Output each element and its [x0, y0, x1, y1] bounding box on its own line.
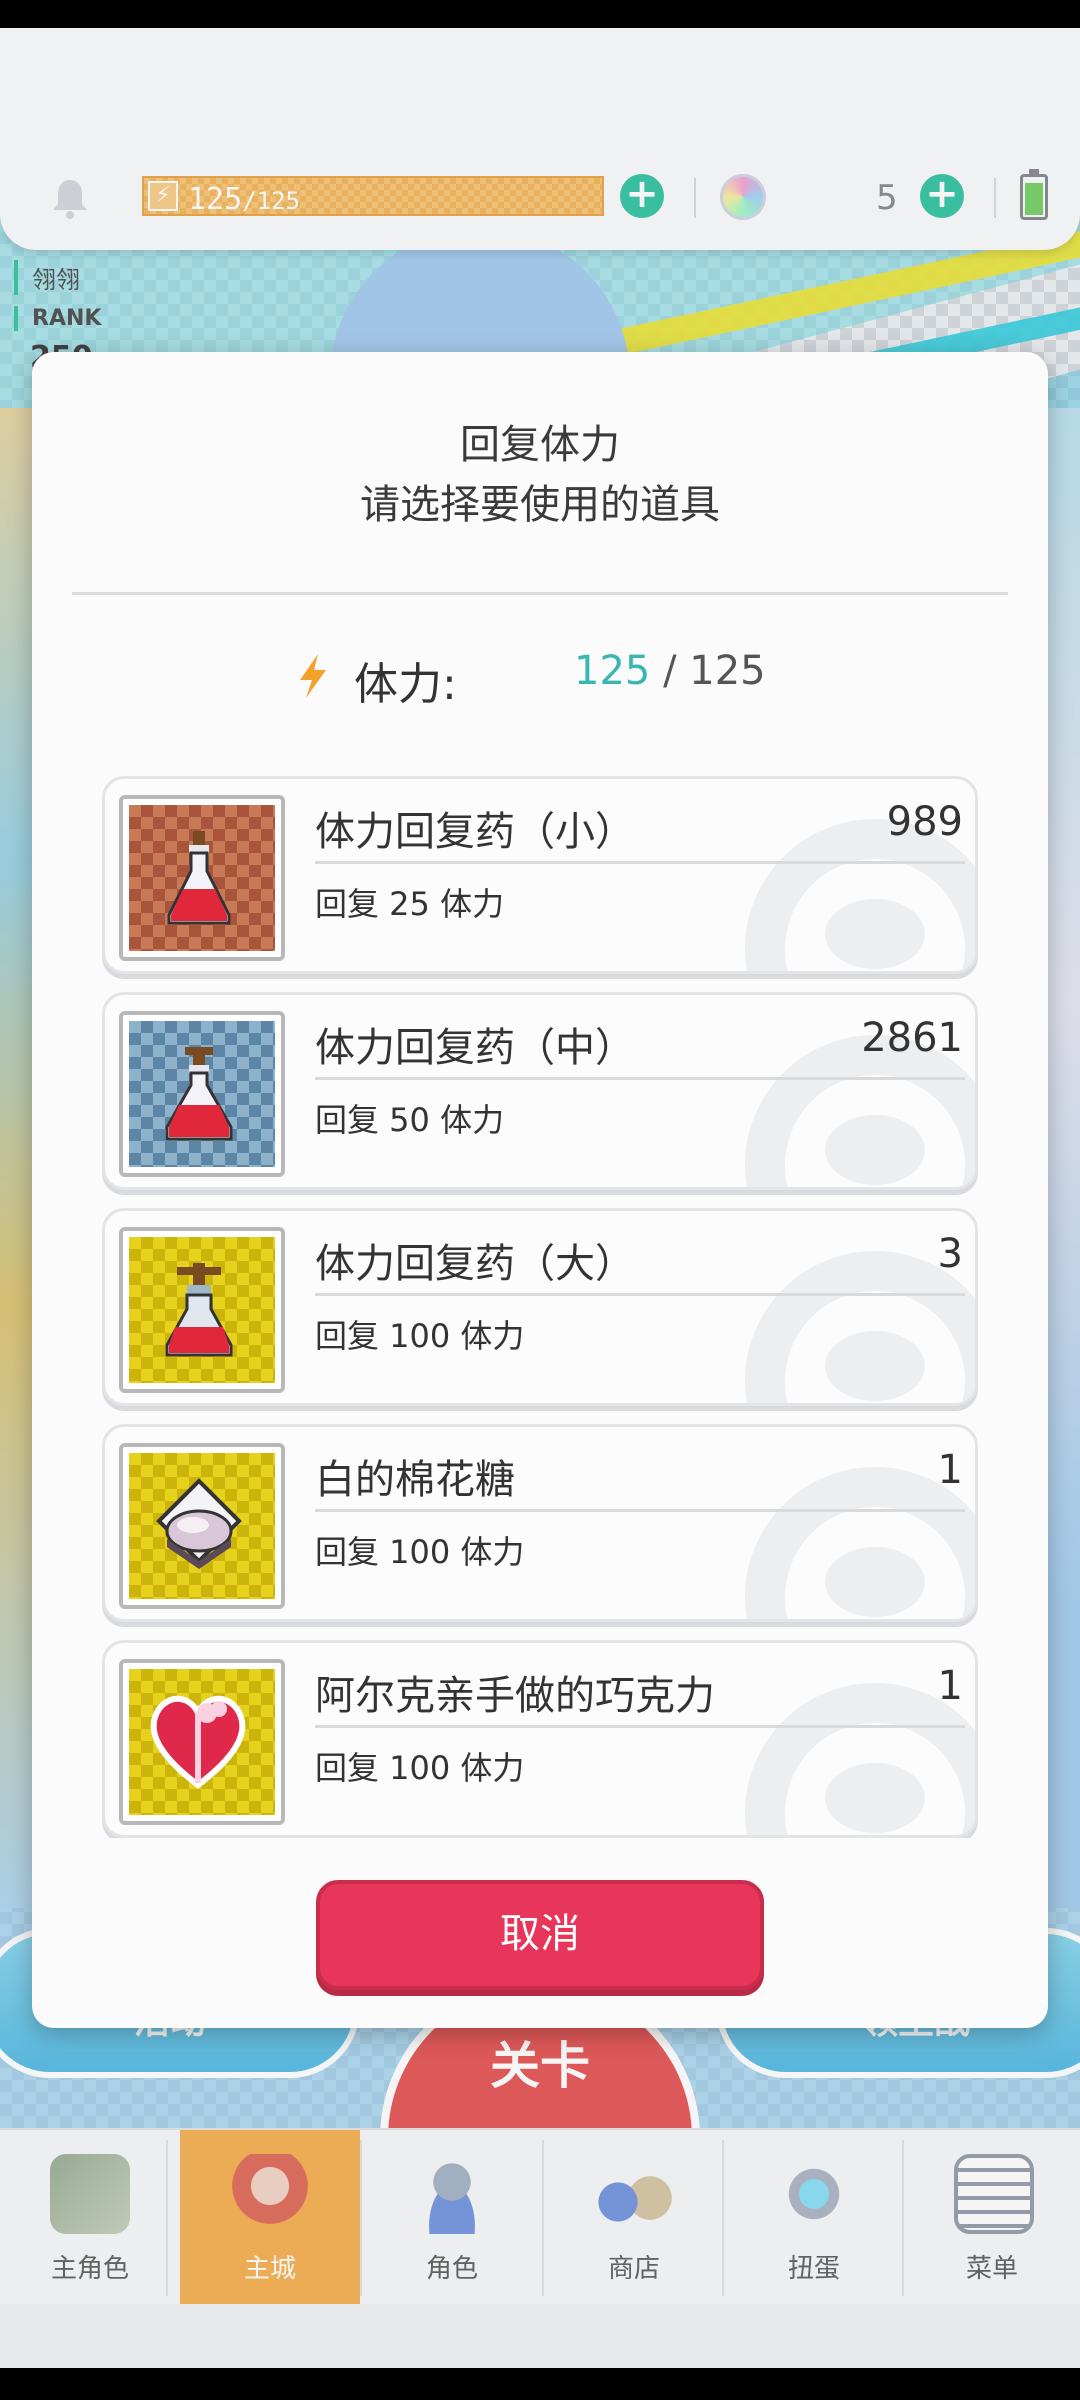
item-card-marshmallow[interactable]: 白的棉花糖 1 回复 100 体力 [102, 1424, 978, 1622]
item-list: 体力回复药（小） 989 回复 25 体力 体力回复药（中） 2861 回复 5… [102, 776, 978, 1838]
stamina-label: 体力: [354, 659, 457, 710]
item-description: 回复 100 体力 [315, 1317, 525, 1355]
item-icon-frame [119, 1659, 285, 1825]
restore-stamina-dialog: 回复体力 请选择要使用的道具 体力: 125 / 125 体力回复药（小） 98… [32, 352, 1048, 2028]
item-icon-frame [119, 1011, 285, 1177]
divider [315, 861, 965, 864]
item-count: 1 [937, 1663, 963, 1709]
item-description: 回复 100 体力 [315, 1749, 525, 1787]
item-count: 1 [937, 1447, 963, 1493]
large-potion-icon [129, 1237, 275, 1383]
item-name: 体力回复药（中） [315, 1025, 635, 1071]
item-count: 2861 [861, 1015, 963, 1061]
item-card-large-potion[interactable]: 体力回复药（大） 3 回复 100 体力 [102, 1208, 978, 1406]
item-description: 回复 100 体力 [315, 1533, 525, 1571]
divider [315, 1509, 965, 1512]
item-description: 回复 25 体力 [315, 885, 505, 923]
stamina-separator: / [650, 648, 690, 694]
stamina-value: 125 / 125 [574, 648, 766, 694]
stamina-current: 125 [574, 648, 651, 694]
divider [315, 1293, 965, 1296]
item-icon-frame [119, 1227, 285, 1393]
item-icon-frame [119, 795, 285, 961]
small-potion-icon [129, 805, 275, 951]
divider [315, 1077, 965, 1080]
stamina-max: 125 [689, 648, 766, 694]
chocolate-heart-icon [129, 1669, 275, 1815]
divider [72, 592, 1008, 595]
medium-potion-icon [129, 1021, 275, 1167]
cancel-button[interactable]: 取消 [316, 1880, 764, 1990]
item-name: 白的棉花糖 [315, 1457, 515, 1503]
item-count: 3 [937, 1231, 963, 1277]
item-name: 体力回复药（大） [315, 1241, 635, 1287]
lightning-icon [300, 654, 326, 698]
item-count: 989 [886, 799, 963, 845]
item-card-medium-potion[interactable]: 体力回复药（中） 2861 回复 50 体力 [102, 992, 978, 1190]
dialog-subtitle: 请选择要使用的道具 [360, 482, 720, 528]
game-screen: 翎翎 RANK 250 ⚡ 125/125 + 5 + 活动 关卡 领主战 主角… [0, 28, 1080, 2368]
dialog-title: 回复体力 [460, 422, 620, 468]
stamina-summary: 体力: 125 / 125 [32, 642, 1048, 712]
item-card-chocolate[interactable]: 阿尔克亲手做的巧克力 1 回复 100 体力 [102, 1640, 978, 1838]
divider [315, 1725, 965, 1728]
marshmallow-icon [129, 1453, 275, 1599]
item-name: 阿尔克亲手做的巧克力 [315, 1673, 715, 1719]
item-card-small-potion[interactable]: 体力回复药（小） 989 回复 25 体力 [102, 776, 978, 974]
item-icon-frame [119, 1443, 285, 1609]
item-description: 回复 50 体力 [315, 1101, 505, 1139]
item-name: 体力回复药（小） [315, 809, 635, 855]
